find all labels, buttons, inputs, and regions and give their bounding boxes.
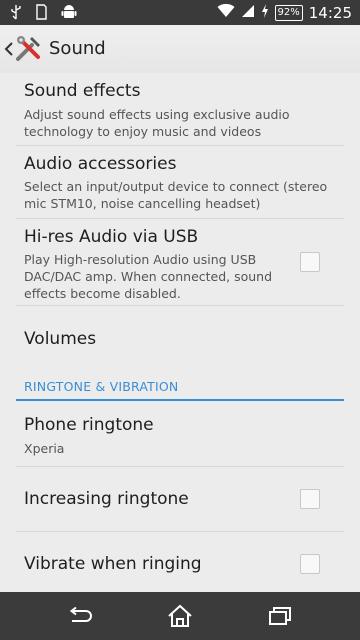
- section-header-ringtone-vibration: RINGTONE & VIBRATION: [24, 379, 179, 394]
- vibrate-when-ringing-checkbox[interactable]: [300, 554, 320, 574]
- status-bar: 92% 14:25: [0, 0, 360, 25]
- setting-phone-ringtone[interactable]: Phone ringtone Xperia: [0, 402, 360, 466]
- usb-icon: [10, 4, 22, 24]
- setting-summary: Select an input/output device to connect…: [24, 179, 328, 211]
- android-debug-icon: [61, 4, 77, 24]
- setting-vibrate-when-ringing[interactable]: Vibrate when ringing: [0, 532, 360, 592]
- setting-title: Volumes: [24, 329, 97, 349]
- setting-summary: Play High-resolution Audio using USB DAC…: [24, 252, 273, 301]
- setting-sound-effects[interactable]: Sound effects Adjust sound effects using…: [0, 73, 360, 145]
- setting-title: Vibrate when ringing: [24, 554, 202, 574]
- battery-icon: 92%: [274, 4, 303, 21]
- setting-title: Phone ringtone: [24, 415, 154, 435]
- signal-icon: [241, 3, 255, 22]
- system-status: 92% 14:25: [217, 3, 352, 22]
- settings-tools-icon[interactable]: [14, 33, 44, 63]
- increasing-ringtone-checkbox[interactable]: [300, 489, 320, 509]
- clock: 14:25: [308, 3, 352, 22]
- charging-icon: [261, 3, 269, 22]
- setting-title: Audio accessories: [24, 154, 177, 174]
- wifi-icon: [217, 3, 235, 22]
- setting-volumes[interactable]: Volumes: [0, 306, 360, 372]
- setting-hires-audio[interactable]: Hi-res Audio via USB Play High-resolutio…: [0, 219, 360, 305]
- sd-card-icon: [36, 4, 47, 24]
- action-bar: Sound: [0, 25, 360, 73]
- setting-audio-accessories[interactable]: Audio accessories Select an input/output…: [0, 146, 360, 218]
- settings-list: Sound effects Adjust sound effects using…: [0, 73, 360, 592]
- setting-title: Hi-res Audio via USB: [24, 227, 199, 247]
- setting-title: Sound effects: [24, 81, 141, 101]
- setting-summary: Xperia: [24, 441, 65, 456]
- back-icon[interactable]: [60, 602, 100, 630]
- section-divider: [16, 399, 344, 401]
- page-title: Sound: [49, 38, 106, 59]
- setting-increasing-ringtone[interactable]: Increasing ringtone: [0, 467, 360, 531]
- setting-title: Increasing ringtone: [24, 489, 189, 509]
- setting-summary: Adjust sound effects using exclusive aud…: [24, 107, 290, 139]
- navigation-bar: [0, 592, 360, 640]
- home-icon[interactable]: [160, 602, 200, 630]
- hires-audio-checkbox[interactable]: [300, 252, 320, 272]
- recents-icon[interactable]: [260, 602, 300, 630]
- notification-icons: [10, 4, 77, 24]
